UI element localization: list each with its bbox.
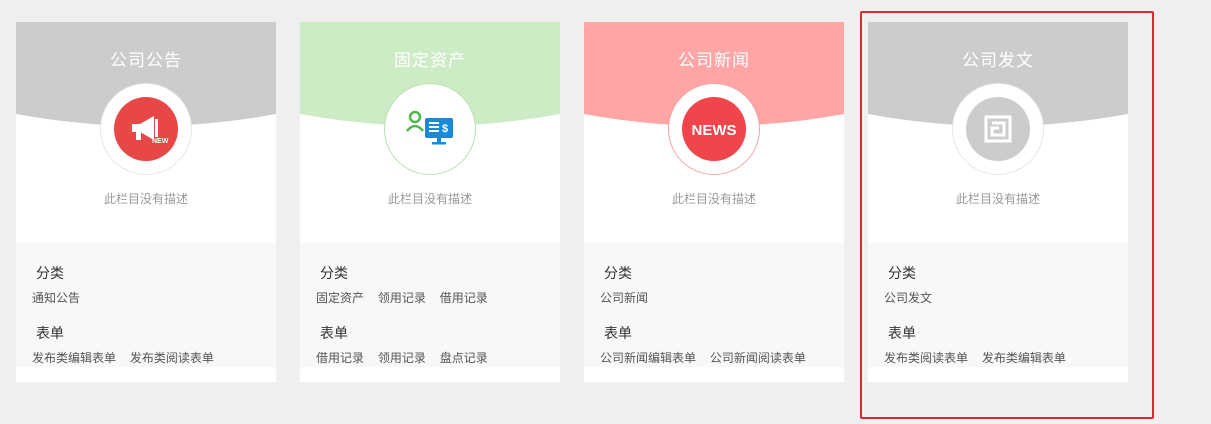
category-links: 公司发文	[884, 289, 942, 306]
category-link[interactable]: 公司发文	[884, 291, 932, 305]
card-footer: 分类 固定资产 领用记录 借用记录 表单 借用记录 领用记录 盘点记录	[300, 243, 560, 367]
category-label: 分类	[888, 266, 916, 282]
card-description: 此栏目没有描述	[955, 192, 1040, 206]
category-link[interactable]: 固定资产	[316, 291, 364, 305]
icon-ring: NEW	[100, 83, 192, 175]
form-link[interactable]: 公司新闻编辑表单	[600, 351, 696, 365]
category-link[interactable]: 借用记录	[440, 291, 488, 305]
category-link[interactable]: 领用记录	[378, 291, 426, 305]
form-label: 表单	[320, 326, 348, 342]
news-icon: NEWS	[682, 97, 746, 161]
icon-ring: NEWS	[668, 83, 760, 175]
module-card-fixed-assets[interactable]: 固定资产 $ 此栏目没有描述 分类 固定资产 领用记录 借用记录 表单 借用记录…	[300, 22, 560, 382]
category-link[interactable]: 通知公告	[32, 291, 80, 305]
category-links: 公司新闻	[600, 289, 658, 306]
category-links: 通知公告	[32, 289, 90, 306]
category-label: 分类	[36, 266, 64, 282]
form-link[interactable]: 发布类编辑表单	[982, 351, 1066, 365]
icon-ring: $	[384, 83, 476, 175]
card-title: 公司公告	[110, 51, 182, 71]
icon-badge-text: NEW	[152, 138, 169, 145]
card-description: 此栏目没有描述	[671, 192, 756, 206]
card-footer: 分类 通知公告 表单 发布类编辑表单 发布类阅读表单	[16, 243, 276, 367]
form-link[interactable]: 公司新闻阅读表单	[710, 351, 806, 365]
icon-ring	[952, 83, 1044, 175]
svg-text:$: $	[442, 123, 448, 135]
category-label: 分类	[604, 266, 632, 282]
icon-badge-text: NEWS	[692, 122, 737, 139]
megaphone-new-icon: NEW	[114, 97, 178, 161]
document-square-icon	[966, 97, 1030, 161]
form-link[interactable]: 发布类编辑表单	[32, 351, 116, 365]
form-link[interactable]: 发布类阅读表单	[884, 351, 968, 365]
card-description: 此栏目没有描述	[103, 192, 188, 206]
category-links: 固定资产 领用记录 借用记录	[316, 289, 498, 306]
form-link[interactable]: 领用记录	[378, 351, 426, 365]
form-label: 表单	[604, 326, 632, 342]
asset-monitor-icon: $	[398, 97, 462, 161]
form-links: 发布类阅读表单 发布类编辑表单	[884, 349, 1076, 366]
card-title: 公司发文	[962, 51, 1034, 71]
module-grid: 公司公告 NEW 此栏目没有描述 分类 通知公告 表单 发布类编辑表单 发布类阅…	[0, 0, 1211, 424]
card-title: 公司新闻	[678, 51, 750, 71]
form-links: 借用记录 领用记录 盘点记录	[316, 349, 498, 366]
category-label: 分类	[320, 266, 348, 282]
form-label: 表单	[36, 326, 64, 342]
form-link[interactable]: 发布类阅读表单	[130, 351, 214, 365]
category-link[interactable]: 公司新闻	[600, 291, 648, 305]
module-card-company-documents[interactable]: 公司发文 此栏目没有描述 分类 公司发文 表单 发布类阅读表单 发布类编辑表单	[868, 22, 1128, 382]
module-card-company-news[interactable]: 公司新闻 NEWS 此栏目没有描述 分类 公司新闻 表单 公司新闻编辑表单 公司…	[584, 22, 844, 382]
card-title: 固定资产	[394, 51, 466, 71]
card-footer: 分类 公司新闻 表单 公司新闻编辑表单 公司新闻阅读表单	[584, 243, 844, 367]
card-footer: 分类 公司发文 表单 发布类阅读表单 发布类编辑表单	[868, 243, 1128, 367]
module-card-announcement[interactable]: 公司公告 NEW 此栏目没有描述 分类 通知公告 表单 发布类编辑表单 发布类阅…	[16, 22, 276, 382]
form-link[interactable]: 盘点记录	[440, 351, 488, 365]
card-description: 此栏目没有描述	[387, 192, 472, 206]
form-links: 公司新闻编辑表单 公司新闻阅读表单	[600, 349, 816, 366]
form-label: 表单	[888, 326, 916, 342]
form-links: 发布类编辑表单 发布类阅读表单	[32, 349, 224, 366]
form-link[interactable]: 借用记录	[316, 351, 364, 365]
